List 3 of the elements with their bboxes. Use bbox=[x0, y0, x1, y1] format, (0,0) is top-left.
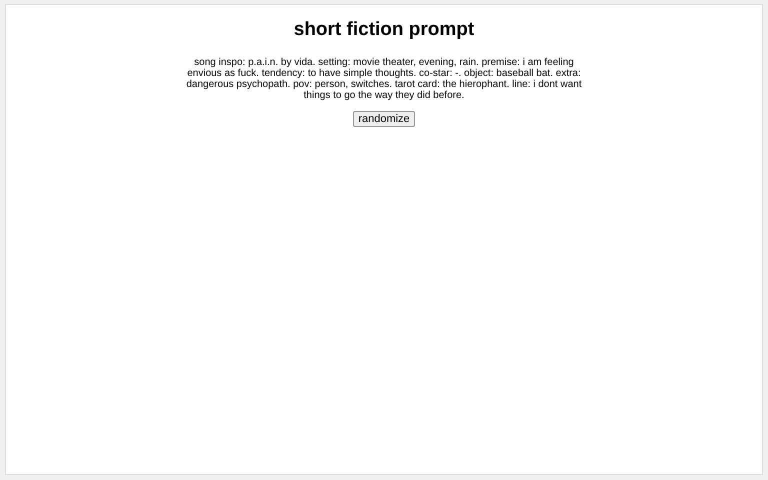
page-title: short fiction prompt bbox=[294, 19, 474, 41]
randomize-button[interactable]: randomize bbox=[353, 111, 415, 127]
prompt-text: song inspo: p.a.i.n. by vida. setting: movie theater, evening, rain. premise: i am feeling envious as fuck. tendency: to have simple thoughts. co-star: -. object: baseball bat. extra: dangerous psychopath. pov: person, switches. tarot card: the hierophant. line: i dont want things to go the way they did before. bbox=[185, 57, 583, 101]
